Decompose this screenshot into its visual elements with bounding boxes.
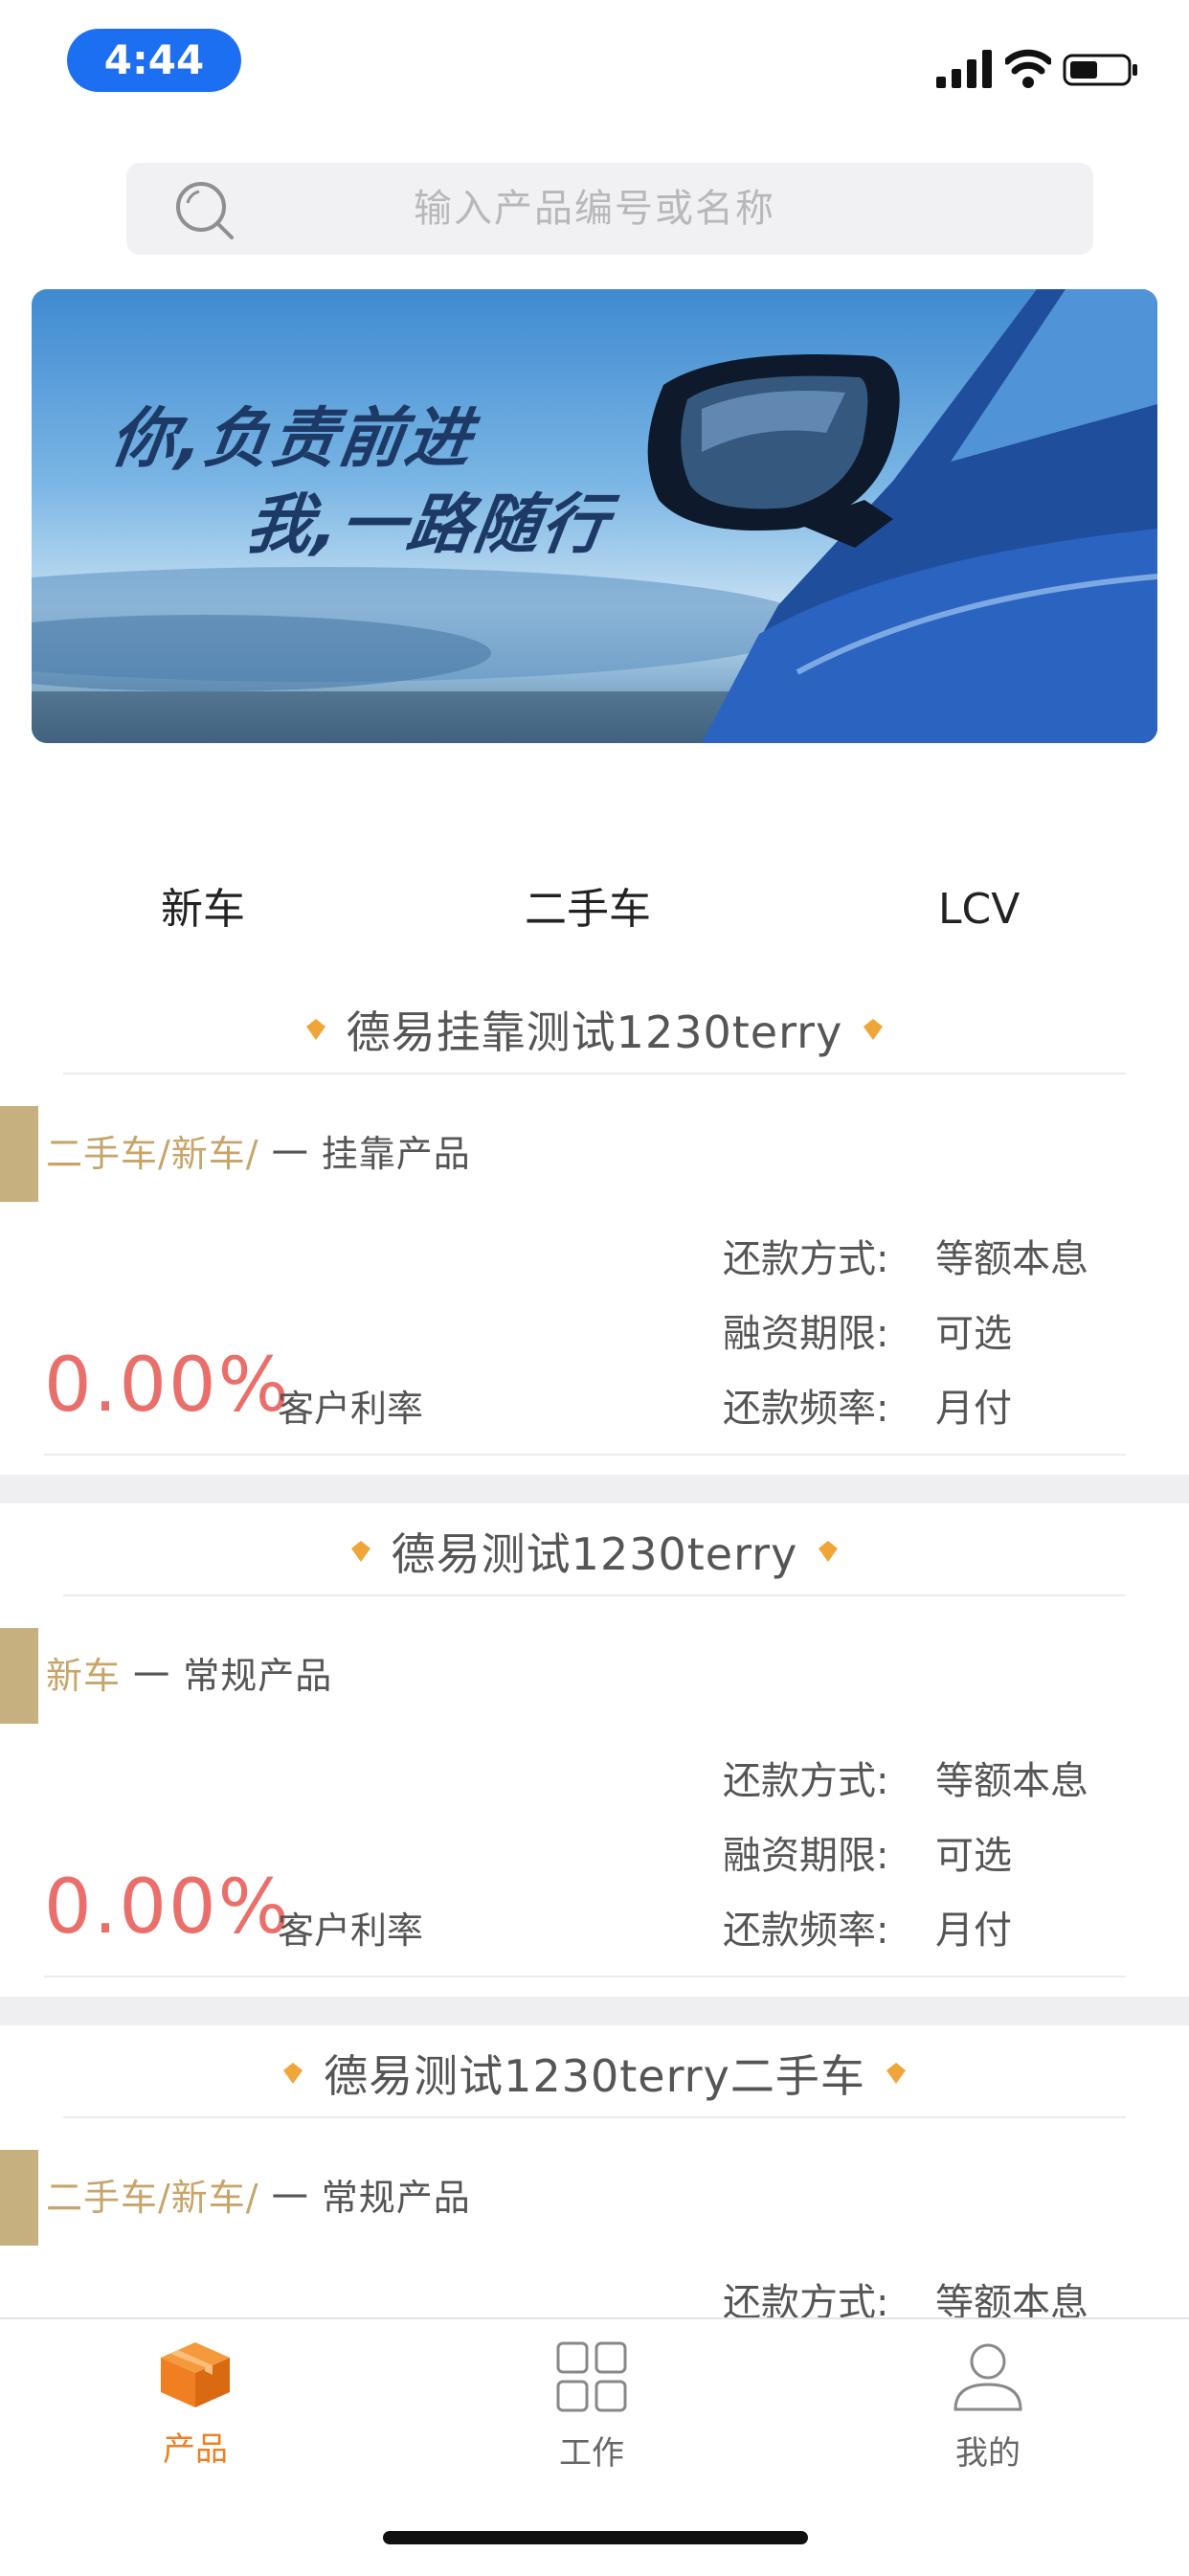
product-title-row: 德易测试1230terry二手车: [63, 2030, 1126, 2118]
product-title-row: 德易挂靠测试1230terry: [63, 986, 1126, 1074]
diamond-icon: [886, 2063, 906, 2084]
product-title: 德易测试1230terry二手车: [324, 2050, 865, 2102]
tag-marker: [0, 1628, 38, 1724]
tab-label: 产品: [163, 2430, 228, 2469]
wifi-icon: [1005, 49, 1051, 88]
divider: [44, 1454, 1126, 1456]
search-icon: [176, 182, 234, 239]
diamond-icon: [283, 2063, 303, 2084]
attr-value: 月付: [935, 1909, 1012, 1953]
tab-lcv[interactable]: LCV: [938, 876, 1020, 943]
diamond-icon: [350, 1541, 370, 1562]
product-type: 一 挂靠产品: [271, 1133, 471, 1175]
attr-label: 融资期限:: [723, 1834, 889, 1878]
diamond-icon: [305, 1019, 325, 1040]
card-separator: [0, 1997, 1189, 2025]
product-title-row: 德易测试1230terry: [63, 1508, 1126, 1596]
attr-value: 可选: [935, 1312, 1012, 1356]
promo-banner[interactable]: 你,负责前进 我,一路随行: [32, 289, 1157, 743]
product-title: 德易挂靠测试1230terry: [346, 1006, 843, 1058]
rate-label: 客户利率: [278, 1909, 424, 1952]
tab-label: 工作: [559, 2434, 624, 2473]
attr-value: 等额本息: [935, 1759, 1088, 1803]
attr-label: 融资期限:: [723, 1312, 889, 1356]
attr-value: 等额本息: [935, 2281, 1088, 2317]
search-input[interactable]: 输入产品编号或名称: [126, 163, 1093, 255]
grid-icon: [556, 2341, 627, 2412]
product-tag: 新车 一 常规产品: [46, 1628, 332, 1724]
banner-slogan-1: 你,负责前进: [105, 401, 479, 477]
divider: [44, 1976, 1126, 1977]
attr-label: 还款方式:: [723, 1237, 889, 1281]
product-card[interactable]: 德易挂靠测试1230terry 二手车/新车/ 一 挂靠产品 还款方式: 等额本…: [0, 986, 1189, 1475]
attr-label: 还款方式:: [723, 1759, 889, 1803]
product-tag: 二手车/新车/ 一 常规产品: [46, 2150, 471, 2246]
product-card[interactable]: 德易测试1230terry 新车 一 常规产品 还款方式: 等额本息 融资期限:…: [0, 1508, 1189, 1997]
search-placeholder: 输入产品编号或名称: [414, 187, 775, 231]
product-type: 一 常规产品: [133, 1655, 333, 1697]
attr-label: 还款频率:: [723, 1909, 889, 1953]
product-type: 一 常规产品: [271, 2177, 471, 2219]
attr-label: 还款频率:: [723, 1387, 889, 1431]
tab-work[interactable]: 工作: [515, 2340, 668, 2484]
product-categories: 新车: [46, 1655, 122, 1697]
banner-slogan-2: 我,一路随行: [241, 487, 615, 563]
user-icon: [953, 2343, 1022, 2411]
card-separator: [0, 1475, 1189, 1503]
product-tag: 二手车/新车/ 一 挂靠产品: [46, 1106, 471, 1202]
attr-label: 还款方式:: [723, 2281, 889, 2317]
rate-label: 客户利率: [278, 1388, 424, 1430]
tab-me[interactable]: 我的: [911, 2340, 1065, 2484]
home-indicator[interactable]: [383, 2531, 808, 2544]
status-time: 4:44: [67, 29, 241, 92]
product-card[interactable]: 德易测试1230terry二手车 二手车/新车/ 一 常规产品 还款方式: 等额…: [0, 2030, 1189, 2317]
tab-new-car[interactable]: 新车: [161, 876, 245, 943]
product-categories: 二手车/新车/: [46, 1133, 259, 1175]
box-icon: [161, 2342, 230, 2407]
attr-value: 月付: [935, 1387, 1012, 1431]
customer-rate: 0.00%: [44, 1343, 291, 1429]
diamond-icon: [864, 1019, 884, 1040]
battery-icon: [1063, 54, 1137, 86]
tab-used-car[interactable]: 二手车: [525, 876, 651, 943]
tab-products[interactable]: 产品: [119, 2340, 272, 2484]
diamond-icon: [819, 1541, 839, 1562]
product-title: 德易测试1230terry: [391, 1528, 798, 1580]
attr-value: 等额本息: [935, 1237, 1088, 1281]
customer-rate: 0.00%: [44, 1864, 291, 1951]
status-bar: 4:44: [0, 0, 1189, 124]
product-categories: 二手车/新车/: [46, 2177, 259, 2219]
tag-marker: [0, 1106, 38, 1202]
attr-value: 可选: [935, 1834, 1012, 1878]
signal-icon: [936, 50, 992, 88]
tag-marker: [0, 2150, 38, 2246]
tab-label: 我的: [955, 2434, 1021, 2473]
